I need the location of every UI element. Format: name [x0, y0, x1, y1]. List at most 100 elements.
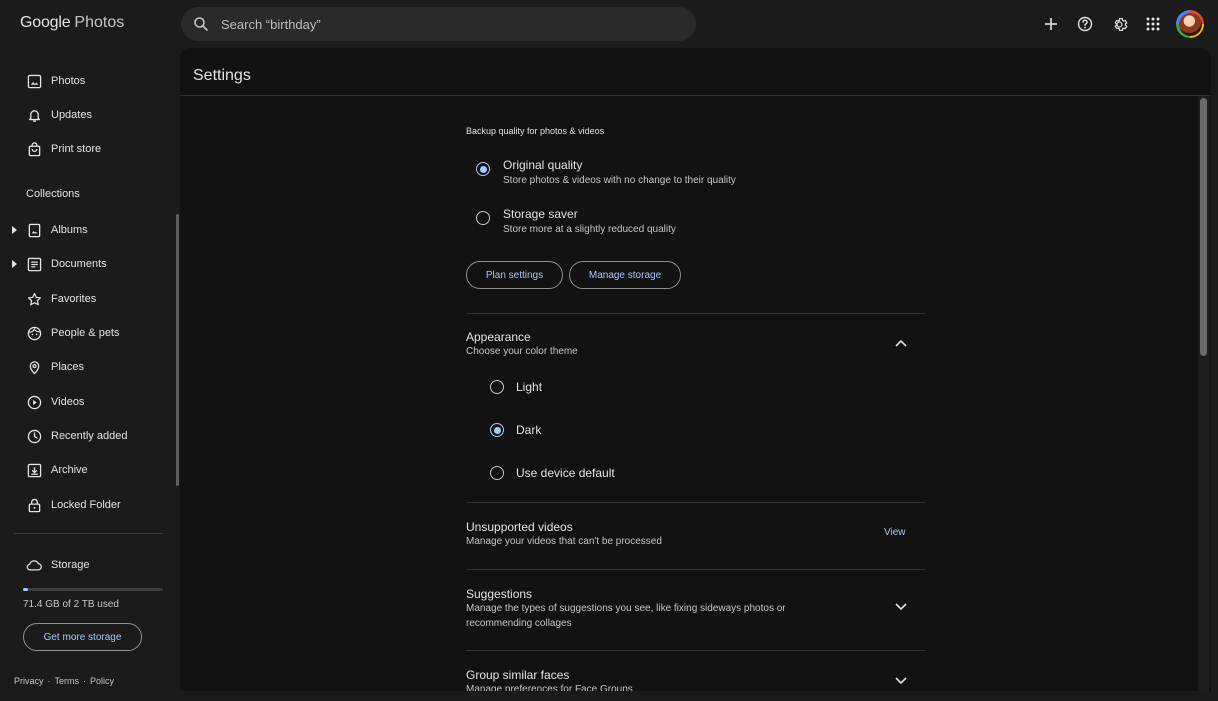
face-icon: [24, 323, 44, 343]
expand-caret-icon[interactable]: [10, 224, 18, 236]
policy-link[interactable]: Policy: [90, 676, 114, 686]
star-icon: [24, 289, 44, 309]
sidebar-item-photos[interactable]: Photos: [0, 64, 172, 98]
shopping-bag-icon: [24, 139, 44, 159]
theme-option-light[interactable]: Light: [490, 380, 542, 394]
sidebar-item-storage[interactable]: Storage: [0, 548, 172, 582]
radio-light[interactable]: [490, 380, 504, 394]
search-input[interactable]: [221, 16, 661, 32]
theme-option-label: Light: [516, 380, 543, 394]
option-title: Storage saver: [503, 207, 578, 221]
sidebar-item-label: People & pets: [51, 327, 120, 339]
logo-google-text: Google: [20, 14, 71, 31]
manage-storage-button[interactable]: Manage storage: [569, 261, 681, 289]
get-more-storage-button[interactable]: Get more storage: [23, 623, 142, 651]
sidebar-item-label: Favorites: [51, 293, 97, 305]
theme-option-device-default[interactable]: Use device default: [490, 466, 615, 480]
settings-gear-icon[interactable]: [1102, 8, 1136, 40]
theme-option-label: Use device default: [516, 466, 615, 480]
radio-device-default[interactable]: [490, 466, 504, 480]
scrollbar-thumb[interactable]: [1200, 98, 1207, 356]
sidebar-item-updates[interactable]: Updates: [0, 98, 172, 132]
radio-storage-saver[interactable]: [476, 211, 490, 225]
sidebar-item-albums[interactable]: Albums: [0, 213, 172, 247]
apps-grid-icon[interactable]: [1136, 8, 1170, 40]
lock-icon: [24, 495, 44, 515]
chevron-down-icon[interactable]: [892, 672, 910, 690]
group-faces-subtitle: Manage preferences for Face Groups: [466, 684, 633, 691]
chevron-down-icon[interactable]: [892, 598, 910, 616]
sidebar-item-places[interactable]: Places: [0, 350, 172, 384]
page-title: Settings: [193, 67, 251, 84]
expand-caret-icon[interactable]: [10, 258, 18, 270]
sidebar-item-label: Places: [51, 361, 85, 373]
sidebar-item-label: Albums: [51, 224, 88, 236]
plan-settings-button[interactable]: Plan settings: [466, 261, 563, 289]
sidebar-scrollbar[interactable]: [176, 214, 179, 486]
chevron-up-icon[interactable]: [892, 334, 910, 352]
settings-header: Settings: [180, 48, 1211, 96]
suggestions-title: Suggestions: [466, 587, 533, 601]
account-avatar[interactable]: [1176, 10, 1204, 38]
sidebar: Photos Updates Print store Collections A…: [0, 48, 180, 701]
backup-quality-heading: Backup quality for photos & videos: [466, 126, 605, 136]
group-faces-title: Group similar faces: [466, 668, 570, 682]
search-box[interactable]: [181, 7, 696, 41]
sidebar-item-label: Documents: [51, 258, 107, 270]
suggestions-subtitle-line2: recommending collages: [466, 618, 572, 629]
sidebar-item-favorites[interactable]: Favorites: [0, 282, 172, 316]
terms-link[interactable]: Terms: [55, 676, 80, 686]
google-photos-app: Google Photos Search “birthday” Photos U…: [0, 0, 1218, 701]
sidebar-item-people-pets[interactable]: People & pets: [0, 316, 172, 350]
settings-panel: Settings Backup quality for photos & vid…: [180, 48, 1211, 691]
sidebar-divider: [14, 533, 163, 534]
appearance-title: Appearance: [466, 330, 531, 344]
theme-option-dark[interactable]: Dark: [490, 423, 541, 437]
sidebar-item-print-store[interactable]: Print store: [0, 132, 172, 166]
document-icon: [24, 254, 44, 274]
collections-heading: Collections: [26, 188, 80, 200]
view-unsupported-videos-link[interactable]: View: [884, 527, 906, 538]
sidebar-item-videos[interactable]: Videos: [0, 385, 172, 419]
sidebar-item-label: Recently added: [51, 430, 128, 442]
option-text: Original quality Store photos & videos w…: [503, 158, 736, 186]
section-divider: [466, 313, 925, 314]
play-circle-icon: [24, 392, 44, 412]
sidebar-item-label: Archive: [51, 464, 88, 476]
settings-content: Backup quality for photos & videos Origi…: [466, 96, 926, 691]
search-icon[interactable]: [181, 7, 221, 41]
theme-option-label: Dark: [516, 423, 542, 437]
appearance-subtitle: Choose your color theme: [466, 346, 578, 357]
section-divider: [466, 650, 925, 651]
option-text: Storage saver Store more at a slightly r…: [503, 207, 676, 235]
archive-icon: [24, 460, 44, 480]
storage-usage-bar: [23, 588, 163, 591]
add-icon[interactable]: [1034, 8, 1068, 40]
sidebar-item-documents[interactable]: Documents: [0, 247, 172, 281]
sidebar-item-recently-added[interactable]: Recently added: [0, 419, 172, 453]
option-storage-saver[interactable]: Storage saver Store more at a slightly r…: [476, 207, 676, 235]
logo-photos-text: Photos: [74, 14, 125, 31]
footer-links: Privacy · Terms · Policy: [14, 676, 114, 686]
storage-usage-fill: [23, 588, 29, 591]
unsupported-videos-title: Unsupported videos: [466, 520, 573, 534]
unsupported-videos-subtitle: Manage your videos that can't be process…: [466, 536, 662, 547]
radio-dark[interactable]: [490, 423, 504, 437]
sidebar-item-label: Storage: [51, 559, 90, 571]
option-subtitle: Store more at a slightly reduced quality: [503, 224, 676, 235]
app-logo[interactable]: Google Photos: [20, 14, 124, 32]
footer-separator: ·: [83, 676, 87, 686]
privacy-link[interactable]: Privacy: [14, 676, 44, 686]
section-divider: [466, 569, 925, 570]
top-actions: [1034, 8, 1218, 40]
option-original-quality[interactable]: Original quality Store photos & videos w…: [476, 158, 736, 186]
photo-icon: [24, 71, 44, 91]
clock-icon: [24, 426, 44, 446]
radio-original-quality[interactable]: [476, 162, 490, 176]
sidebar-item-locked-folder[interactable]: Locked Folder: [0, 488, 172, 522]
sidebar-item-label: Videos: [51, 396, 85, 408]
avatar-image: [1178, 12, 1202, 36]
help-icon[interactable]: [1068, 8, 1102, 40]
sidebar-item-label: Print store: [51, 143, 102, 155]
sidebar-item-archive[interactable]: Archive: [0, 453, 172, 487]
